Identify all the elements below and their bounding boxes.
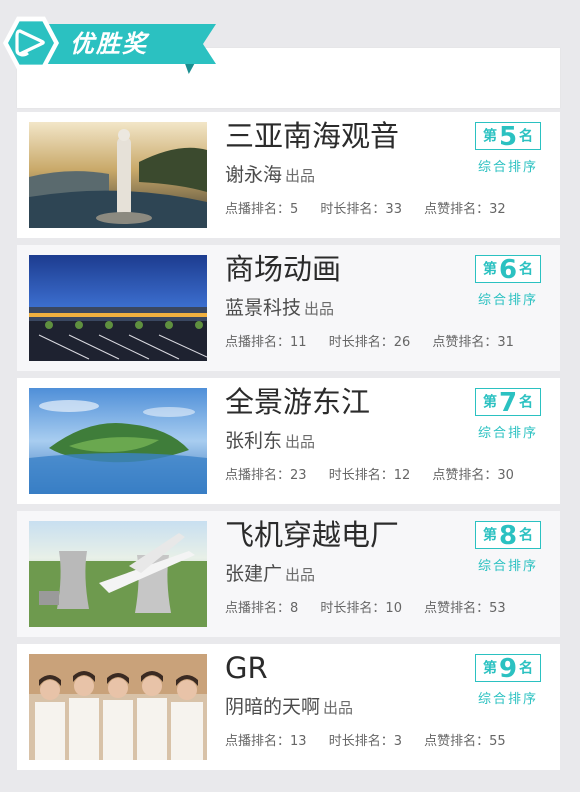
- rank-suffix: 名: [519, 527, 534, 544]
- entry-author: 谢永海: [225, 164, 283, 186]
- author-line: 阴暗的天啊 出品: [225, 694, 353, 721]
- rank-caption: 综合排序: [477, 293, 538, 308]
- rank-prefix: 第: [482, 128, 497, 145]
- rank-badge: 第6 名: [475, 255, 541, 283]
- duration-rank: 时长排名：26: [328, 335, 411, 350]
- play-rank: 点播排名：8: [225, 601, 299, 616]
- rank-prefix: 第: [482, 527, 497, 544]
- rank-badge: 第5 名: [475, 122, 541, 150]
- entry-author: 阴暗的天啊: [225, 696, 321, 718]
- author-line: 谢永海 出品: [225, 162, 315, 189]
- duration-rank: 时长排名：12: [328, 468, 411, 483]
- entry-stats: 点播排名：5 时长排名：33 点赞排名：32: [225, 200, 506, 220]
- likes-rank: 点赞排名：32: [424, 202, 506, 217]
- rank-caption: 综合排序: [477, 160, 538, 175]
- entry-title: 三亚南海观音: [225, 119, 400, 153]
- play-rank: 点播排名：11: [225, 335, 307, 350]
- award-card[interactable]: 商场动画 蓝景科技 出品 点播排名：11 时长排名：26 点赞排名：31 第6 名 …: [17, 245, 560, 371]
- rank-prefix: 第: [482, 660, 497, 677]
- produced-label: 出品: [304, 300, 335, 318]
- produced-label: 出品: [285, 566, 316, 584]
- play-rank: 点播排名：5: [225, 202, 299, 217]
- rank-prefix: 第: [482, 394, 497, 411]
- award-card[interactable]: 三亚南海观音 谢永海 出品 点播排名：5 时长排名：33 点赞排名：32 第5 名 …: [17, 112, 560, 238]
- rank-caption: 综合排序: [477, 426, 538, 441]
- rank-badge: 第8 名: [475, 521, 541, 549]
- entry-author: 蓝景科技: [225, 297, 302, 319]
- produced-label: 出品: [285, 167, 316, 185]
- award-card[interactable]: GR 阴暗的天啊 出品 点播排名：13 时长排名：3 点赞排名：55 第9 名 综合…: [17, 644, 560, 770]
- rank-number: 9: [498, 653, 518, 684]
- award-card[interactable]: 飞机穿越电厂 张建广 出品 点播排名：8 时长排名：10 点赞排名：53 第8 名 …: [17, 511, 560, 637]
- rank-suffix: 名: [519, 128, 534, 145]
- play-icon: [15, 29, 45, 57]
- award-title: 优胜奖: [70, 30, 148, 58]
- rank-suffix: 名: [519, 261, 534, 278]
- rank-badge: 第9 名: [475, 654, 541, 682]
- author-line: 张利东 出品: [225, 428, 315, 455]
- rank-suffix: 名: [519, 660, 534, 677]
- rank-number: 7: [498, 387, 518, 418]
- rank-number: 6: [498, 254, 518, 285]
- entry-author: 张利东: [225, 430, 283, 452]
- rank-number: 8: [498, 520, 518, 551]
- play-rank: 点播排名：13: [225, 734, 307, 749]
- duration-rank: 时长排名：10: [320, 601, 402, 616]
- duration-rank: 时长排名：33: [320, 202, 402, 217]
- award-banner: 优胜奖: [0, 0, 580, 112]
- award-card[interactable]: 全景游东江 张利东 出品 点播排名：23 时长排名：12 点赞排名：30 第7 名 …: [17, 378, 560, 504]
- entry-stats: 点播排名：8 时长排名：10 点赞排名：53: [225, 599, 506, 619]
- rank-badge: 第7 名: [475, 388, 541, 416]
- rank-prefix: 第: [482, 261, 497, 278]
- entry-author: 张建广: [225, 563, 283, 585]
- likes-rank: 点赞排名：55: [424, 734, 506, 749]
- play-rank: 点播排名：23: [225, 468, 307, 483]
- entry-stats: 点播排名：13 时长排名：3 点赞排名：55: [225, 732, 506, 752]
- likes-rank: 点赞排名：31: [432, 335, 514, 350]
- likes-rank: 点赞排名：30: [432, 468, 514, 483]
- entry-stats: 点播排名：11 时长排名：26 点赞排名：31: [225, 333, 514, 353]
- author-line: 张建广 出品: [225, 561, 315, 588]
- rank-caption: 综合排序: [477, 692, 538, 707]
- thumbnail-dongjiang[interactable]: [29, 388, 207, 494]
- likes-rank: 点赞排名：53: [424, 601, 506, 616]
- thumbnail-mall[interactable]: [29, 255, 207, 361]
- entry-title: 飞机穿越电厂: [225, 518, 400, 552]
- entry-title: 商场动画: [225, 252, 342, 286]
- entry-title: 全景游东江: [225, 385, 371, 419]
- thumbnail-guanyin[interactable]: [29, 122, 207, 228]
- produced-label: 出品: [323, 699, 354, 717]
- produced-label: 出品: [285, 433, 316, 451]
- rank-suffix: 名: [519, 394, 534, 411]
- thumbnail-power-plant[interactable]: [29, 521, 207, 627]
- thumbnail-group-photo[interactable]: [29, 654, 207, 760]
- author-line: 蓝景科技 出品: [225, 295, 334, 322]
- duration-rank: 时长排名：3: [328, 734, 402, 749]
- entry-stats: 点播排名：23 时长排名：12 点赞排名：30: [225, 466, 514, 486]
- rank-number: 5: [498, 121, 518, 152]
- rank-caption: 综合排序: [477, 559, 538, 574]
- entry-title: GR: [225, 651, 268, 685]
